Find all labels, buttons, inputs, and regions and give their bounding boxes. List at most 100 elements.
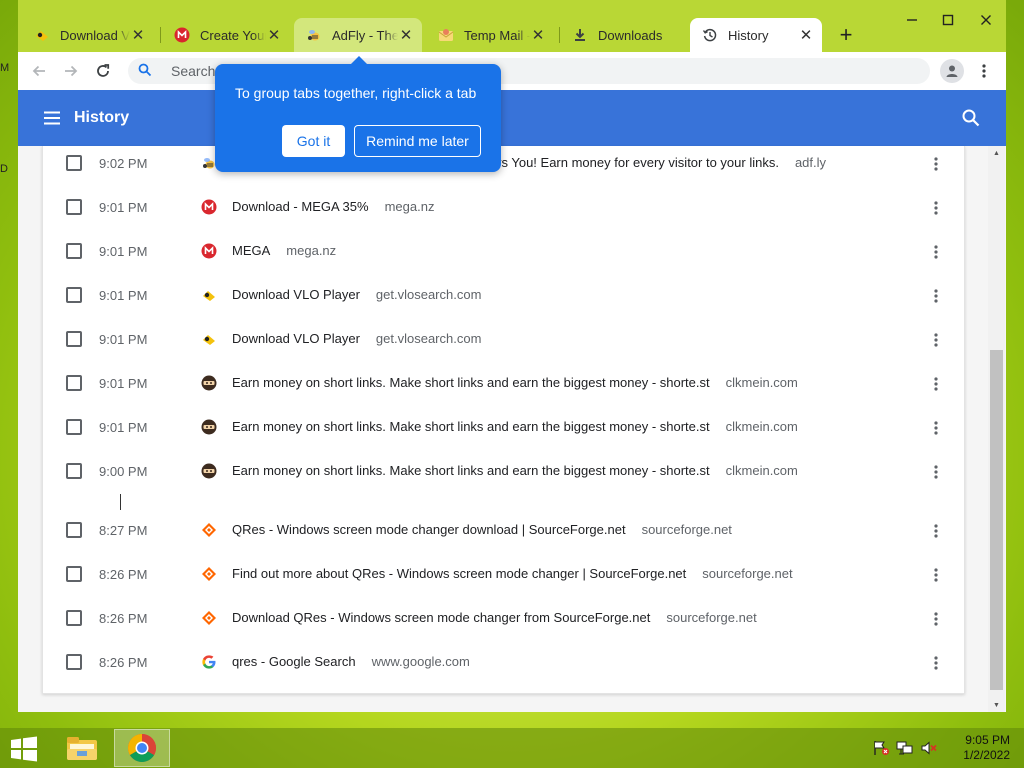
entry-title: Download QRes - Windows screen mode chan… <box>232 610 651 625</box>
tab-title: Downloads <box>598 27 663 43</box>
reload-button[interactable] <box>92 60 114 82</box>
network-icon[interactable] <box>896 740 914 756</box>
scrollbar-thumb[interactable] <box>990 350 1003 690</box>
row-checkbox[interactable] <box>66 522 82 538</box>
tab-title: History <box>728 27 769 43</box>
page-title: History <box>74 109 130 126</box>
tab-close-icon[interactable]: ✕ <box>530 26 546 44</box>
action-center-flag-icon[interactable] <box>872 740 890 756</box>
search-history-icon[interactable] <box>960 107 982 129</box>
entry-title: Earn money on short links. Make short li… <box>232 419 710 434</box>
history-entry-link[interactable]: Download VLO Player get.vlosearch.com <box>232 331 481 346</box>
row-checkbox[interactable] <box>66 243 82 259</box>
row-more-actions-icon[interactable] <box>927 462 945 482</box>
tab-close-icon[interactable]: ✕ <box>130 26 146 44</box>
row-more-actions-icon[interactable] <box>927 198 945 218</box>
history-row[interactable]: 9:02 PM AdFly - The URL Shortener Service… <box>43 142 964 186</box>
tab-temp-mail[interactable]: Temp Mail - Disposable ✕ <box>426 18 554 52</box>
visit-time: 9:02 PM <box>99 156 148 171</box>
history-row[interactable]: 9:01 PM Download - MEGA 35% mega.nz <box>43 186 964 230</box>
history-row[interactable]: 8:26 PM qres - Google Search www.google.co… <box>43 641 964 685</box>
row-more-actions-icon[interactable] <box>927 374 945 394</box>
row-checkbox[interactable] <box>66 566 82 582</box>
minimize-button[interactable] <box>894 10 930 30</box>
remind-me-later-button[interactable]: Remind me later <box>354 125 481 157</box>
row-checkbox[interactable] <box>66 287 82 303</box>
got-it-button[interactable]: Got it <box>282 125 345 157</box>
tab-close-icon[interactable]: ✕ <box>266 26 282 44</box>
forward-button[interactable] <box>60 60 82 82</box>
history-entry-link[interactable]: QRes - Windows screen mode changer downl… <box>232 522 732 537</box>
history-row[interactable]: 9:01 PM MEGA mega.nz <box>43 230 964 274</box>
vlo-icon <box>201 331 217 347</box>
profile-avatar-button[interactable] <box>940 59 964 83</box>
history-entry-link[interactable]: qres - Google Search www.google.com <box>232 654 470 669</box>
tab-adfly[interactable]: AdFly - The URL Shortener ✕ <box>294 18 422 52</box>
close-window-button[interactable] <box>968 10 1004 30</box>
tab-close-icon[interactable]: ✕ <box>798 26 814 44</box>
mega-icon <box>174 27 190 43</box>
history-entry-link[interactable]: MEGA mega.nz <box>232 243 336 258</box>
tab-history[interactable]: History ✕ <box>690 18 822 52</box>
shortest-icon <box>201 419 217 435</box>
row-more-actions-icon[interactable] <box>927 242 945 262</box>
row-checkbox[interactable] <box>66 199 82 215</box>
row-more-actions-icon[interactable] <box>927 653 945 673</box>
history-entry-link[interactable]: Download VLO Player get.vlosearch.com <box>232 287 481 302</box>
scroll-up-icon[interactable]: ▲ <box>988 146 1005 160</box>
row-checkbox[interactable] <box>66 375 82 391</box>
entry-title: Download - MEGA 35% <box>232 199 369 214</box>
row-more-actions-icon[interactable] <box>927 521 945 541</box>
tab-close-icon[interactable]: ✕ <box>398 26 414 44</box>
sourceforge-icon <box>201 522 217 538</box>
row-checkbox[interactable] <box>66 419 82 435</box>
history-row[interactable]: 8:26 PM Find out more about QRes - Window… <box>43 553 964 597</box>
back-button[interactable] <box>28 60 50 82</box>
row-checkbox[interactable] <box>66 331 82 347</box>
chrome-taskbar-button[interactable] <box>114 729 170 767</box>
row-checkbox[interactable] <box>66 654 82 670</box>
row-more-actions-icon[interactable] <box>927 418 945 438</box>
adfly-icon <box>306 27 322 43</box>
windows-start-icon[interactable] <box>10 736 38 762</box>
history-row[interactable]: 8:26 PM Download QRes - Windows screen mo… <box>43 597 964 641</box>
row-checkbox[interactable] <box>66 463 82 479</box>
history-entry-link[interactable]: Download QRes - Windows screen mode chan… <box>232 610 757 625</box>
scrollbar[interactable]: ▲ ▼ <box>988 146 1005 712</box>
scroll-down-icon[interactable]: ▼ <box>988 698 1005 712</box>
history-entry-link[interactable]: Earn money on short links. Make short li… <box>232 463 798 478</box>
history-row[interactable]: 9:01 PM Download VLO Player get.vlosearch.… <box>43 318 964 362</box>
volume-muted-icon[interactable] <box>920 740 938 756</box>
row-checkbox[interactable] <box>66 155 82 171</box>
row-more-actions-icon[interactable] <box>927 565 945 585</box>
history-row[interactable]: 9:01 PM Download VLO Player get.vlosearch.… <box>43 274 964 318</box>
sourceforge-icon <box>201 610 217 626</box>
tab-create-account[interactable]: Create Your Account ✕ <box>162 18 290 52</box>
tab-groups-promo-bubble: To group tabs together, right-click a ta… <box>215 56 501 172</box>
tab-downloads[interactable]: Downloads <box>560 18 688 52</box>
history-entry-link[interactable]: Download - MEGA 35% mega.nz <box>232 199 434 214</box>
menu-icon[interactable] <box>42 108 62 128</box>
history-row[interactable]: 9:01 PM Earn money on short links. Make s… <box>43 362 964 406</box>
shortest-icon <box>201 375 217 391</box>
tab-download-vlo[interactable]: Download VLO Player ✕ <box>22 18 154 52</box>
history-row[interactable]: 8:27 PM QRes - Windows screen mode change… <box>43 509 964 553</box>
history-entry-link[interactable]: Earn money on short links. Make short li… <box>232 419 798 434</box>
new-tab-button[interactable]: + <box>834 24 858 48</box>
history-row[interactable]: 9:01 PM Earn money on short links. Make s… <box>43 406 964 450</box>
row-more-actions-icon[interactable] <box>927 286 945 306</box>
temp-mail-icon <box>438 27 454 43</box>
row-more-actions-icon[interactable] <box>927 609 945 629</box>
entry-domain: www.google.com <box>371 654 470 669</box>
row-more-actions-icon[interactable] <box>927 330 945 350</box>
history-entry-link[interactable]: Find out more about QRes - Windows scree… <box>232 566 793 581</box>
system-clock[interactable]: 9:05 PM 1/2/2022 <box>940 733 1010 763</box>
browser-menu-icon[interactable] <box>974 61 994 81</box>
row-more-actions-icon[interactable] <box>927 154 945 174</box>
history-row[interactable]: 9:00 PM Earn money on short links. Make s… <box>43 450 964 494</box>
maximize-button[interactable] <box>930 10 966 30</box>
visit-time: 9:00 PM <box>99 464 148 479</box>
history-entry-link[interactable]: Earn money on short links. Make short li… <box>232 375 798 390</box>
row-checkbox[interactable] <box>66 610 82 626</box>
file-explorer-taskbar-button[interactable] <box>54 729 110 767</box>
